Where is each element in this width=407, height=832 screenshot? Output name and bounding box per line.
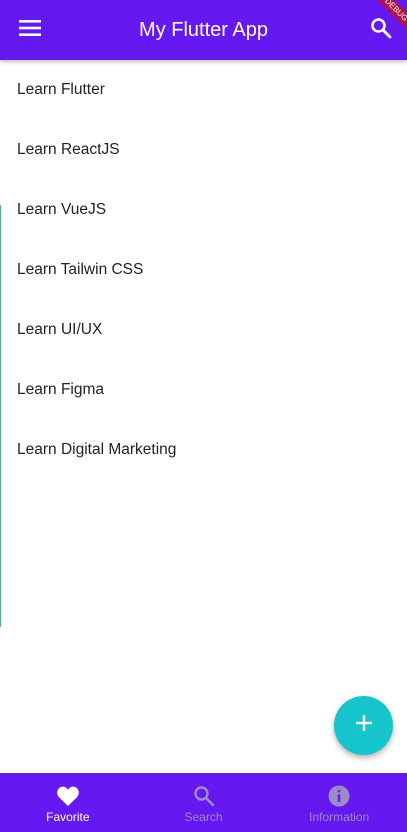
edge-divider [0, 205, 1, 627]
plus-icon [354, 713, 374, 738]
search-icon [370, 17, 392, 44]
list-item[interactable]: Learn UI/UX [0, 300, 407, 360]
nav-label-favorite: Favorite [46, 810, 90, 824]
list-item-label: Learn VueJS [17, 201, 107, 218]
bottom-navigation: Favorite Search Information [0, 773, 407, 832]
info-icon [327, 784, 351, 808]
list-item-label: Learn Digital Marketing [17, 441, 177, 458]
nav-item-favorite[interactable]: Favorite [0, 773, 136, 832]
list-item[interactable]: Learn Figma [0, 360, 407, 420]
list-item-label: Learn Flutter [17, 81, 105, 98]
nav-label-information: Information [309, 810, 370, 824]
nav-label-search: Search [184, 810, 223, 824]
app-bar: My Flutter App DEBUG [0, 0, 407, 60]
list-item-label: Learn Figma [17, 381, 105, 398]
list-item[interactable]: Learn Flutter [0, 60, 407, 120]
app-title: My Flutter App [139, 19, 268, 41]
list-item[interactable]: Learn VueJS [0, 180, 407, 240]
list-item-label: Learn Tailwin CSS [17, 261, 144, 278]
heart-icon [56, 784, 80, 808]
list-item[interactable]: Learn Tailwin CSS [0, 240, 407, 300]
menu-button[interactable] [10, 10, 50, 50]
hamburger-menu-icon [19, 19, 41, 41]
list-item-label: Learn ReactJS [17, 141, 120, 158]
nav-item-information[interactable]: Information [271, 773, 407, 832]
nav-item-search[interactable]: Search [136, 773, 272, 832]
add-fab-button[interactable] [334, 696, 393, 755]
search-icon [192, 784, 216, 808]
list-item[interactable]: Learn Digital Marketing [0, 420, 407, 480]
list-item[interactable]: Learn ReactJS [0, 120, 407, 180]
course-list: Learn Flutter Learn ReactJS Learn VueJS … [0, 60, 407, 480]
list-item-label: Learn UI/UX [17, 321, 103, 338]
